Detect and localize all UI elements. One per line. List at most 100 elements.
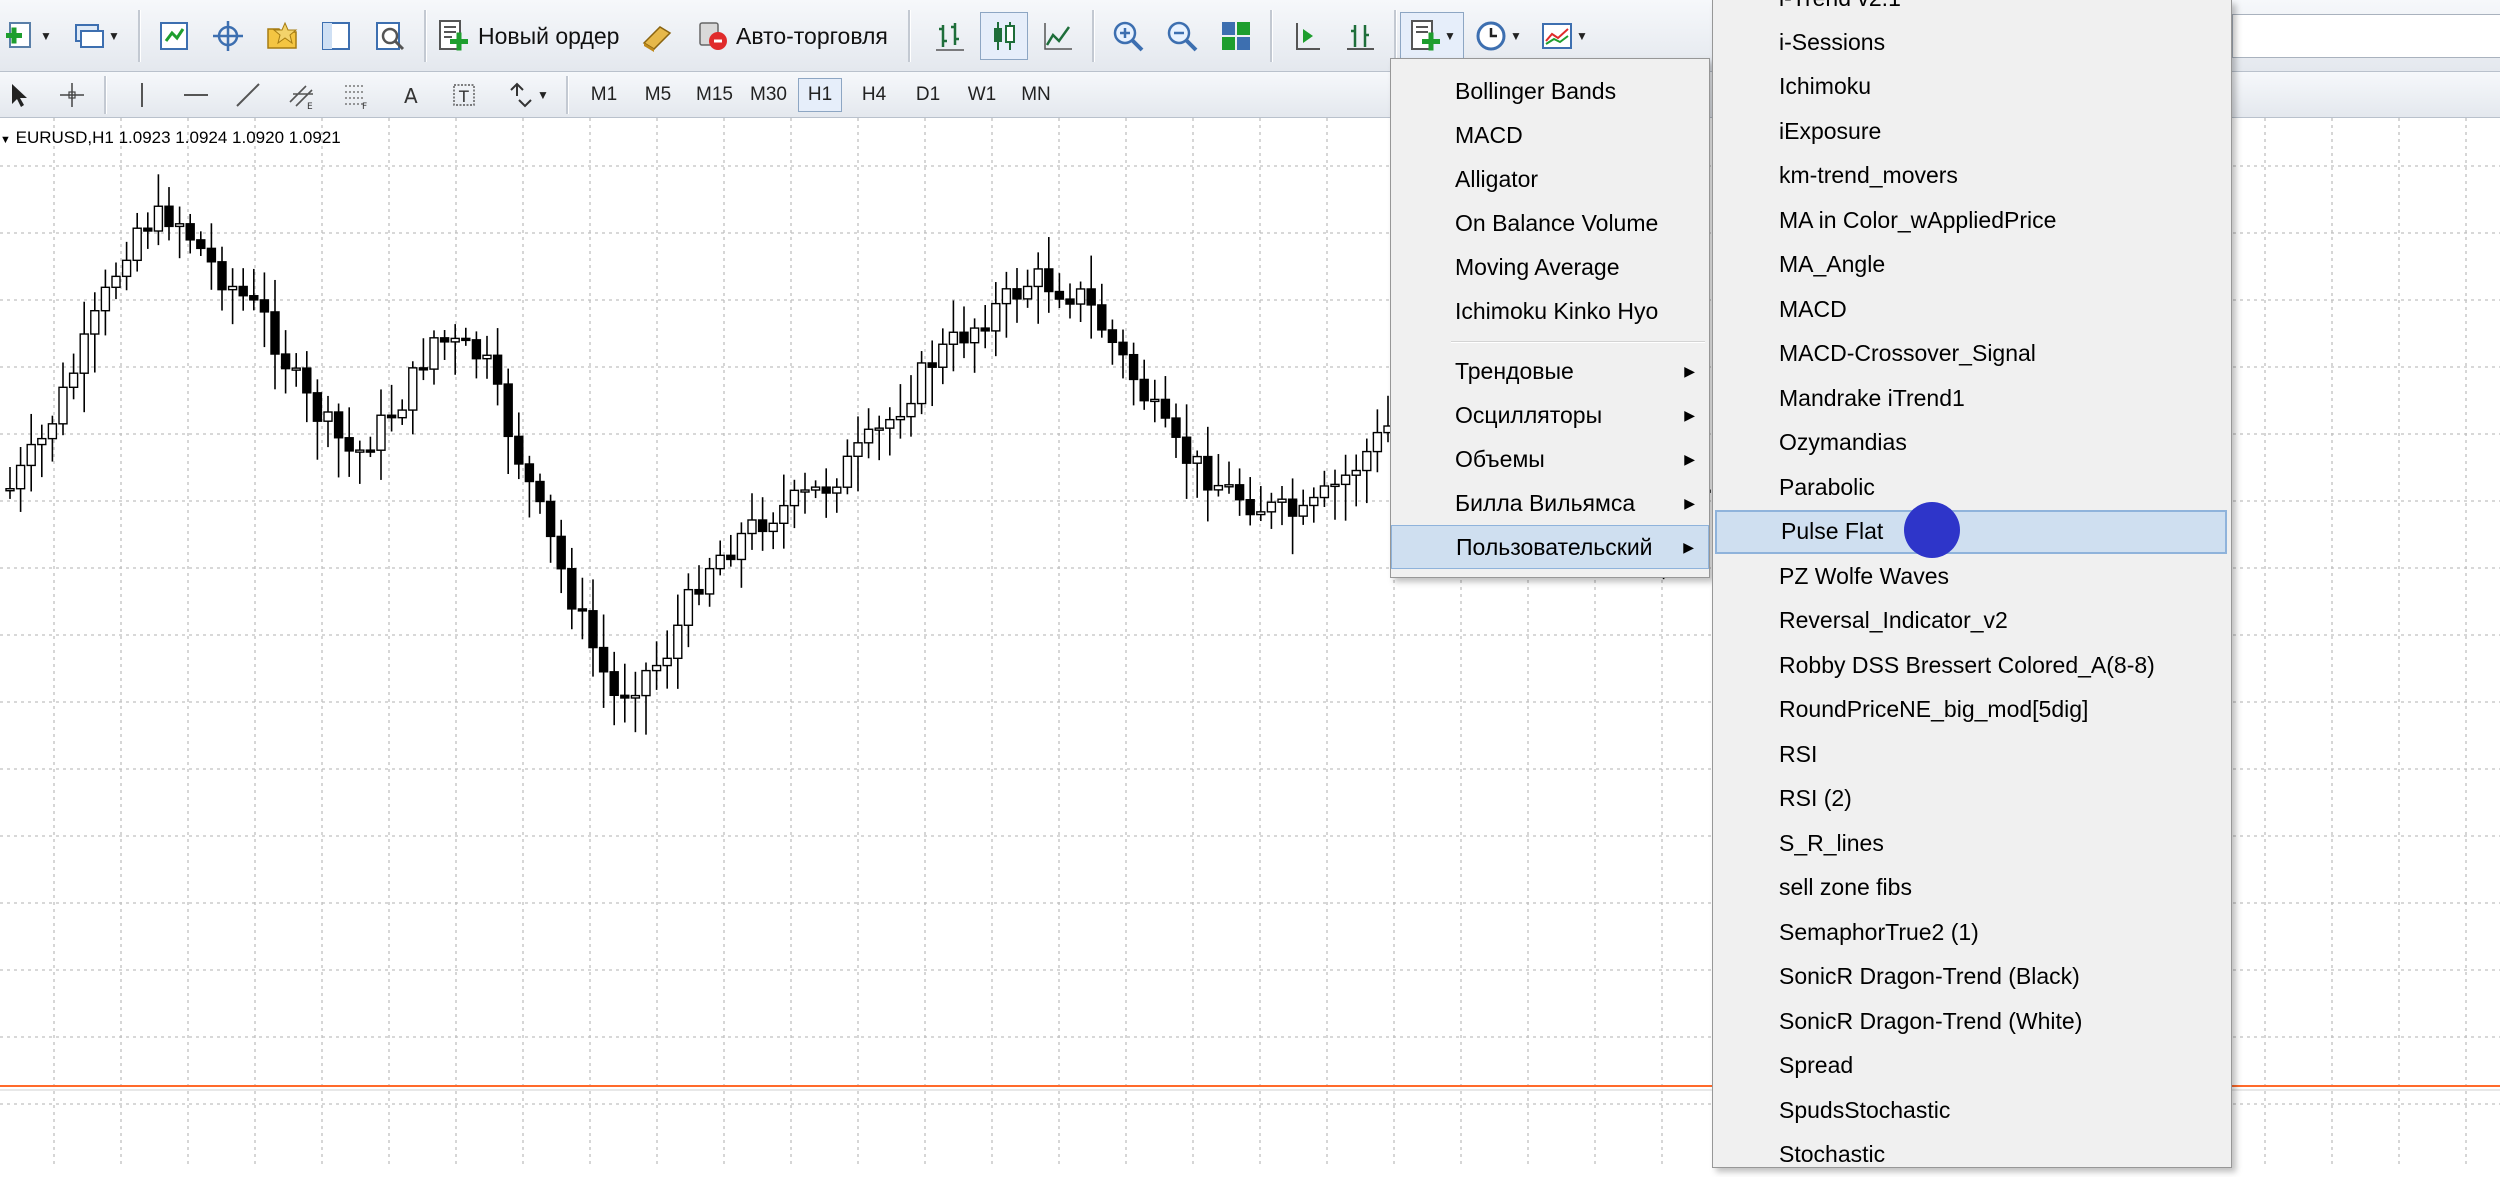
new-chart-icon[interactable]: ▼ (0, 12, 56, 60)
menu-item-ichimoku-kinko-hyo[interactable]: Ichimoku Kinko Hyo (1391, 289, 1709, 333)
custom-indicator-item[interactable]: Stochastic (1715, 1133, 2227, 1177)
fibonacci-icon[interactable]: F (334, 76, 378, 114)
candle-body (863, 428, 874, 444)
timeframe-mn[interactable]: MN (1014, 78, 1058, 112)
bar-chart-icon[interactable] (926, 12, 974, 60)
submenu-custom[interactable]: Пользовательский ▶ (1391, 525, 1709, 569)
line-chart-icon[interactable] (1034, 12, 1082, 60)
auto-scroll-icon[interactable] (1336, 12, 1384, 60)
timeframe-m15[interactable]: M15 (690, 78, 739, 112)
candle-body (800, 489, 810, 493)
chart-collapse-arrow-icon[interactable]: ▼ (0, 134, 11, 146)
custom-indicator-item[interactable]: km-trend_movers (1715, 154, 2227, 198)
chart-symbol-header: ▼ EURUSD,H1 1.0923 1.0924 1.0920 1.0921 (0, 128, 341, 148)
new-order-button[interactable]: Новый ордер (436, 14, 619, 58)
equidistant-channel-icon[interactable]: E (280, 76, 324, 114)
submenu-volumes[interactable]: Объемы ▶ (1391, 437, 1709, 481)
custom-indicator-item[interactable]: RoundPriceNE_big_mod[5dig] (1715, 688, 2227, 732)
custom-indicator-item[interactable]: Ozymandias (1715, 421, 2227, 465)
menu-item-moving-average[interactable]: Moving Average (1391, 245, 1709, 289)
candle-body (1213, 484, 1224, 491)
text-icon[interactable]: A (392, 76, 432, 114)
text-label-icon[interactable]: T (444, 76, 484, 114)
candle-body (153, 205, 164, 232)
candle-body (196, 239, 206, 250)
candle-body (185, 223, 195, 241)
vertical-line-icon[interactable] (122, 76, 162, 114)
custom-indicator-item[interactable]: i-Trend v2.1 (1715, 0, 2227, 20)
custom-indicator-item[interactable]: PZ Wolfe Waves (1715, 554, 2227, 598)
terminal-icon[interactable] (312, 12, 360, 60)
custom-indicator-item[interactable]: Ichimoku (1715, 65, 2227, 109)
indicators-list-icon[interactable]: ▼ (1400, 12, 1464, 60)
candle-body (842, 455, 853, 488)
candle-body (630, 694, 641, 699)
candle-body (810, 486, 821, 491)
crosshair-tool-icon[interactable] (52, 76, 92, 114)
timeframe-m5[interactable]: M5 (636, 78, 680, 112)
profiles-icon[interactable]: ▼ (66, 12, 126, 60)
candle-body (1012, 288, 1022, 300)
custom-indicator-item[interactable]: MACD (1715, 287, 2227, 331)
custom-indicators-menu: i-Trend v2.1 i-SessionsIchimokuiExposure… (1712, 0, 2232, 1168)
horizontal-line-icon[interactable] (176, 76, 216, 114)
custom-indicator-item-selected[interactable]: Pulse Flat (1715, 509, 2227, 554)
candle-body (991, 302, 1001, 332)
periods-clock-icon[interactable]: ▼ (1466, 12, 1530, 60)
custom-indicator-item[interactable]: RSI (2) (1715, 777, 2227, 821)
trendline-icon[interactable] (228, 76, 268, 114)
custom-indicator-item[interactable]: SonicR Dragon-Trend (Black) (1715, 955, 2227, 999)
candle-body (757, 519, 768, 533)
submenu-bill-williams[interactable]: Билла Вильямса ▶ (1391, 481, 1709, 525)
custom-indicator-item[interactable]: SemaphorTrue2 (1) (1715, 910, 2227, 954)
crosshair-icon[interactable] (204, 12, 252, 60)
custom-indicator-item[interactable]: RSI (1715, 732, 2227, 776)
tester-icon[interactable] (366, 12, 414, 60)
metaeditor-button[interactable] (640, 14, 682, 58)
zoom-out-icon[interactable] (1158, 12, 1206, 60)
custom-indicator-item[interactable]: Reversal_Indicator_v2 (1715, 599, 2227, 643)
candle-body (683, 588, 694, 626)
timeframe-w1[interactable]: W1 (960, 78, 1004, 112)
timeframe-m30[interactable]: M30 (744, 78, 793, 112)
custom-indicator-item[interactable]: sell zone fibs (1715, 866, 2227, 910)
submenu-trend[interactable]: Трендовые ▶ (1391, 349, 1709, 393)
custom-indicator-item[interactable]: MA in Color_wAppliedPrice (1715, 198, 2227, 242)
menu-item-alligator[interactable]: Alligator (1391, 157, 1709, 201)
templates-icon[interactable]: ▼ (1532, 12, 1596, 60)
custom-indicator-item[interactable]: MACD-Crossover_Signal (1715, 332, 2227, 376)
submenu-oscillators-label: Осцилляторы (1455, 401, 1603, 428)
zoom-in-icon[interactable] (1104, 12, 1152, 60)
custom-indicator-item[interactable]: MA_Angle (1715, 243, 2227, 287)
market-watch-icon[interactable] (150, 12, 198, 60)
custom-indicator-item[interactable]: S_R_lines (1715, 821, 2227, 865)
menu-item-bollinger-bands[interactable]: Bollinger Bands (1391, 69, 1709, 113)
custom-indicator-item[interactable]: Parabolic (1715, 465, 2227, 509)
custom-indicator-item[interactable]: Spread (1715, 1044, 2227, 1088)
custom-indicator-item[interactable]: SonicR Dragon-Trend (White) (1715, 999, 2227, 1043)
tile-windows-icon[interactable] (1212, 12, 1260, 60)
toolbar-search-field[interactable] (2232, 14, 2500, 58)
custom-indicator-item[interactable]: i-Sessions (1715, 20, 2227, 64)
chart-shift-icon[interactable] (1282, 12, 1330, 60)
timeframe-d1[interactable]: D1 (906, 78, 950, 112)
custom-indicator-item[interactable]: Mandrake iTrend1 (1715, 376, 2227, 420)
custom-indicator-item[interactable]: iExposure (1715, 109, 2227, 153)
timeframe-h1[interactable]: H1 (798, 78, 842, 112)
custom-indicator-item[interactable]: Robby DSS Bressert Colored_A(8-8) (1715, 643, 2227, 687)
timeframe-h4[interactable]: H4 (852, 78, 896, 112)
menu-item-on-balance-volume[interactable]: On Balance Volume (1391, 201, 1709, 245)
navigator-icon[interactable] (258, 12, 306, 60)
candle-body (1150, 398, 1160, 403)
submenu-oscillators[interactable]: Осцилляторы ▶ (1391, 393, 1709, 437)
custom-indicator-item[interactable]: SpudsStochastic (1715, 1088, 2227, 1132)
menu-item-macd[interactable]: MACD (1391, 113, 1709, 157)
cursor-icon[interactable] (0, 76, 38, 114)
candle-body (779, 504, 789, 525)
arrows-icon[interactable]: ▼ (498, 76, 556, 114)
auto-trading-button[interactable]: Авто-торговля (694, 14, 888, 58)
candle-body (429, 337, 439, 370)
candlestick-chart-icon[interactable] (980, 12, 1028, 60)
indicators-menu: Bollinger Bands MACD Alligator On Balanc… (1390, 58, 1710, 578)
timeframe-m1[interactable]: M1 (582, 78, 626, 112)
